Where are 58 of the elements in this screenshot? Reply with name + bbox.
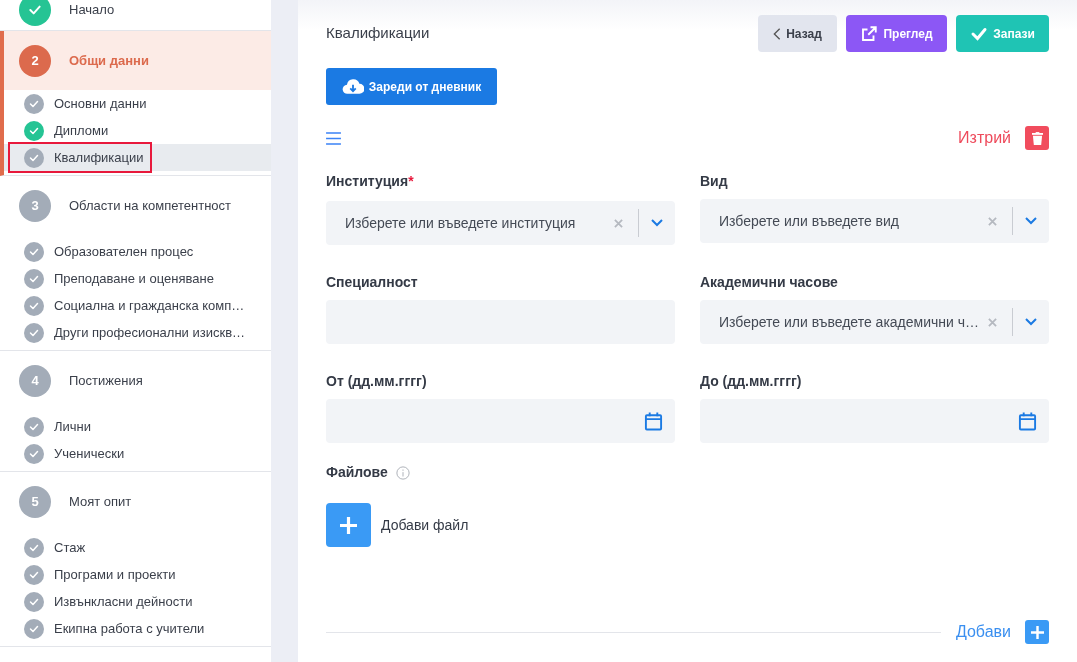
chevron-down-icon[interactable] bbox=[1025, 318, 1037, 326]
calendar-icon[interactable] bbox=[1018, 411, 1037, 431]
plus-icon bbox=[340, 516, 357, 534]
field-label: От (дд.мм.гггг) bbox=[326, 372, 427, 389]
sidebar-item[interactable]: Лични bbox=[24, 413, 97, 440]
sidebar-item[interactable]: Извънкласни дейности bbox=[24, 588, 199, 615]
sidebar-item[interactable]: Други професионални изискв… bbox=[24, 319, 252, 346]
calendar-icon[interactable] bbox=[644, 411, 663, 431]
menu-icon[interactable] bbox=[326, 131, 341, 145]
sidebar-item[interactable]: Социална и гражданска комп… bbox=[24, 292, 251, 319]
page-title: Квалификации bbox=[326, 23, 430, 44]
step-title[interactable]: Начало bbox=[69, 0, 115, 20]
select-field[interactable]: Изберете или въведете академични ч… bbox=[700, 300, 1049, 344]
step-number: 5 bbox=[19, 485, 51, 518]
info-icon[interactable] bbox=[395, 465, 410, 480]
sidebar-item[interactable]: Образователен процес bbox=[24, 238, 200, 265]
sidebar-item[interactable]: Екипна работа с учители bbox=[24, 615, 211, 642]
clear-icon[interactable] bbox=[988, 317, 997, 327]
select-field[interactable]: Изберете или въведете институция bbox=[326, 201, 675, 245]
delete-link[interactable]: Изтрий bbox=[958, 126, 1011, 150]
field-label: Институция bbox=[326, 172, 409, 189]
preview-button[interactable]: Преглед bbox=[846, 15, 947, 52]
field-label: Академични часове bbox=[700, 273, 838, 290]
sidebar-item[interactable]: Дипломи bbox=[24, 117, 115, 144]
required-mark: * bbox=[408, 172, 414, 191]
trash-icon bbox=[1031, 131, 1043, 145]
sidebar-item[interactable]: Програми и проекти bbox=[24, 561, 182, 588]
clear-icon[interactable] bbox=[988, 216, 997, 226]
add-file-label[interactable]: Добави файл bbox=[381, 514, 469, 536]
load-button[interactable]: Зареди от дневник bbox=[326, 68, 497, 105]
chevron-down-icon[interactable] bbox=[1025, 217, 1037, 225]
chevron-down-icon[interactable] bbox=[651, 219, 663, 227]
step-title[interactable]: Постижения bbox=[69, 370, 143, 391]
date-field[interactable] bbox=[700, 399, 1049, 443]
step-number: 2 bbox=[19, 44, 51, 77]
select-field[interactable]: Изберете или въведете вид bbox=[700, 199, 1049, 243]
delete-button[interactable] bbox=[1025, 126, 1049, 150]
back-icon bbox=[773, 26, 782, 41]
sidebar-item[interactable]: Основни данни bbox=[24, 90, 153, 117]
step-title[interactable]: Области на компетентност bbox=[69, 195, 231, 216]
field-label: До (дд.мм.гггг) bbox=[700, 372, 802, 389]
external-link-icon bbox=[860, 24, 879, 43]
add-file-button[interactable] bbox=[326, 503, 371, 547]
step-number: 4 bbox=[19, 364, 51, 397]
clear-icon[interactable] bbox=[614, 218, 623, 228]
field-label: Специалност bbox=[326, 273, 418, 290]
cloud-download-icon bbox=[341, 78, 364, 95]
back-button[interactable]: Назад bbox=[758, 15, 837, 52]
add-button[interactable] bbox=[1025, 620, 1049, 644]
date-field[interactable] bbox=[326, 399, 675, 443]
sidebar-item[interactable]: Ученически bbox=[24, 440, 131, 467]
step-number: 3 bbox=[19, 189, 51, 222]
step-title[interactable]: Моят опит bbox=[69, 491, 132, 512]
sidebar-item[interactable]: Стаж bbox=[24, 534, 92, 561]
sidebar-item[interactable]: Преподаване и оценяване bbox=[24, 265, 220, 292]
field-label: Файлове bbox=[326, 463, 388, 482]
field-label: Вид bbox=[700, 172, 728, 189]
plus-icon bbox=[1030, 625, 1044, 639]
